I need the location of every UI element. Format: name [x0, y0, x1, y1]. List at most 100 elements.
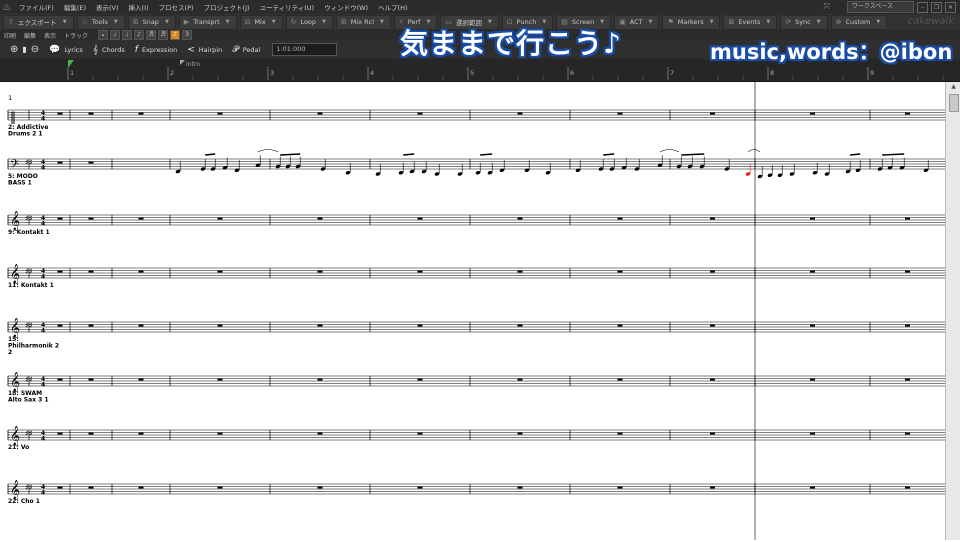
whole-rest[interactable] — [88, 486, 94, 489]
track-label[interactable]: 15: Philharmonik 22 — [8, 336, 59, 356]
menu-process[interactable]: プロセス(P) — [154, 2, 199, 12]
whole-rest[interactable] — [138, 217, 144, 220]
whole-rest[interactable] — [517, 112, 523, 115]
whole-rest[interactable] — [57, 324, 63, 327]
whole-rest[interactable] — [217, 112, 223, 115]
whole-rest[interactable] — [710, 217, 715, 220]
chords-button[interactable]: 𝄞 Chords — [93, 45, 125, 55]
toolbar-export[interactable]: ⇪ エクスポート ▼ — [3, 14, 74, 30]
whole-rest[interactable] — [138, 378, 144, 381]
workspace-select[interactable]: ワークスペース — [846, 1, 914, 13]
menu-staff-view[interactable]: 表示 — [40, 31, 60, 40]
whole-rest[interactable] — [417, 378, 423, 381]
whole-rest[interactable] — [217, 486, 223, 489]
whole-rest[interactable] — [710, 324, 715, 327]
whole-rest[interactable] — [88, 217, 94, 220]
whole-rest[interactable] — [905, 486, 910, 489]
scroll-up-icon[interactable]: ▲ — [946, 82, 960, 92]
whole-rest[interactable] — [217, 378, 223, 381]
track-label[interactable]: 11: Kontakt 1 — [8, 282, 54, 289]
toolbar-custom[interactable]: ⊕ Custom ▼ — [830, 14, 888, 30]
whole-rest[interactable] — [317, 324, 323, 327]
menu-view[interactable]: 表示(V) — [91, 2, 124, 12]
marker-flag-icon[interactable] — [180, 60, 185, 65]
whole-rest[interactable] — [138, 112, 144, 115]
menu-track[interactable]: トラック — [60, 31, 92, 40]
whole-rest[interactable] — [138, 270, 144, 273]
whole-rest[interactable] — [57, 161, 63, 164]
whole-rest[interactable] — [417, 486, 423, 489]
toolbar-transport[interactable]: ▶ Transprt ▼ — [178, 14, 237, 30]
whole-rest[interactable] — [138, 432, 144, 435]
thirty-second-note-icon[interactable]: ♬ — [158, 30, 169, 40]
whole-rest[interactable] — [88, 432, 94, 435]
whole-rest[interactable] — [57, 270, 63, 273]
now-time-display[interactable]: 1:01:000 — [272, 43, 338, 56]
whole-rest[interactable] — [57, 486, 63, 489]
lyrics-button[interactable]: 💬 Lyrics — [49, 45, 83, 55]
score-canvas[interactable]: 1 ‖ 442: Addictive Drums 2 1𝄢 ♯♯ 445: MODO BA… — [0, 82, 945, 540]
whole-rest[interactable] — [710, 270, 715, 273]
toolbar-snap[interactable]: ⊞ Snap ▼ — [127, 14, 176, 30]
whole-rest[interactable] — [810, 217, 815, 220]
menu-file[interactable]: ファイル(F) — [14, 2, 59, 12]
whole-rest[interactable] — [138, 324, 144, 327]
whole-rest[interactable] — [317, 270, 323, 273]
track-label[interactable]: 18: SWAM Alto Sax 3 1 — [8, 390, 49, 404]
whole-rest[interactable] — [905, 270, 910, 273]
whole-rest[interactable] — [710, 378, 715, 381]
quarter-note-icon[interactable]: ♩ — [122, 30, 133, 40]
whole-rest[interactable] — [517, 217, 523, 220]
menu-insert[interactable]: 挿入(I) — [124, 2, 154, 12]
vertical-scrollbar[interactable]: ▲ — [945, 82, 960, 540]
whole-rest[interactable] — [810, 486, 815, 489]
whole-rest[interactable] — [810, 270, 815, 273]
toolbar-mix-recall[interactable]: ⊞ Mix Rcl ▼ — [335, 14, 391, 30]
whole-rest[interactable] — [317, 217, 323, 220]
start-marker-icon[interactable] — [68, 60, 74, 68]
whole-rest[interactable] — [317, 486, 323, 489]
expression-button[interactable]: f Expression — [135, 45, 177, 55]
whole-rest[interactable] — [57, 432, 63, 435]
whole-rest[interactable] — [905, 432, 910, 435]
whole-rest[interactable] — [317, 378, 323, 381]
whole-rest[interactable] — [710, 486, 715, 489]
connect-icon[interactable]: ⤧ — [823, 2, 829, 12]
whole-rest[interactable] — [57, 378, 63, 381]
whole-rest[interactable] — [317, 112, 323, 115]
zoom-slider-icon[interactable]: ▮ — [22, 45, 26, 54]
whole-rest[interactable] — [417, 217, 423, 220]
whole-rest[interactable] — [617, 324, 623, 327]
menu-print[interactable]: 印刷 — [0, 31, 20, 40]
whole-rest[interactable] — [905, 112, 910, 115]
half-note-icon[interactable]: ♩ — [110, 30, 121, 40]
whole-rest[interactable] — [617, 270, 623, 273]
whole-rest[interactable] — [217, 270, 223, 273]
toolbar-sync[interactable]: ⟳ Sync ▼ — [780, 14, 828, 30]
selected-duration-icon[interactable]: ♪ — [170, 30, 181, 40]
close-icon[interactable]: ✕ — [945, 1, 956, 13]
whole-rest[interactable] — [905, 217, 910, 220]
track-label[interactable]: 5: MODO BASS 1 — [8, 173, 38, 187]
sixteenth-note-icon[interactable]: ♬ — [146, 30, 157, 40]
toolbar-loop[interactable]: ↻ Loop ▼ — [285, 14, 333, 30]
menu-edit[interactable]: 編集(E) — [59, 2, 91, 12]
menu-help[interactable]: ヘルプ(H) — [373, 2, 412, 12]
toolbar-mix[interactable]: ⊟ Mix ▼ — [239, 14, 283, 30]
whole-rest[interactable] — [905, 324, 910, 327]
pedal-button[interactable]: 𝒫 Pedal — [232, 45, 260, 55]
minimize-icon[interactable]: – — [917, 1, 928, 13]
whole-rest[interactable] — [517, 486, 523, 489]
menu-project[interactable]: プロジェクト(J) — [199, 2, 255, 12]
zoom-out-icon[interactable]: ⊖ — [31, 44, 39, 55]
whole-note-icon[interactable]: 𝅝 — [98, 30, 109, 40]
whole-rest[interactable] — [617, 432, 623, 435]
whole-rest[interactable] — [617, 112, 623, 115]
whole-rest[interactable] — [517, 432, 523, 435]
whole-rest[interactable] — [217, 217, 223, 220]
whole-rest[interactable] — [617, 378, 623, 381]
whole-rest[interactable] — [88, 324, 94, 327]
zoom-in-icon[interactable]: ⊕ — [10, 44, 18, 55]
toolbar-events[interactable]: ⊠ Events ▼ — [723, 14, 778, 30]
whole-rest[interactable] — [810, 324, 815, 327]
